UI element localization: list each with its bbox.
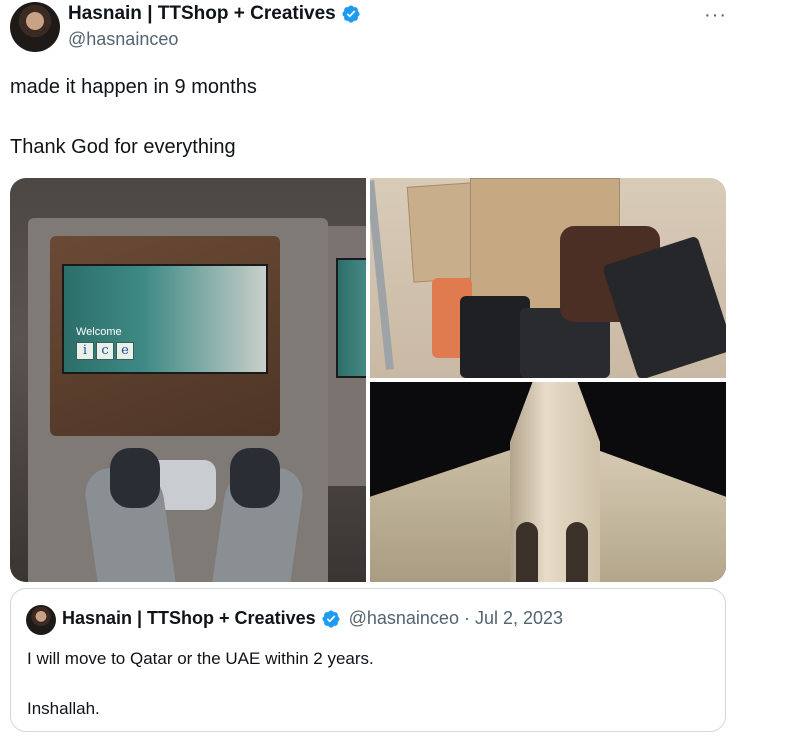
tweet-text-line: made it happen in 9 months — [10, 76, 257, 98]
quoted-text-line: I will move to Qatar or the UAE within 2… — [27, 649, 374, 668]
ice-logo: i c e — [76, 342, 134, 360]
quoted-text: I will move to Qatar or the UAE within 2… — [27, 646, 374, 722]
author-handle[interactable]: @hasnainceo — [68, 29, 361, 50]
media-grid: Welcome i c e — [10, 178, 726, 582]
quoted-date[interactable]: Jul 2, 2023 — [475, 608, 563, 629]
photo-mosque-minaret[interactable] — [370, 382, 726, 582]
legs — [70, 448, 330, 582]
quoted-author-avatar[interactable] — [26, 605, 56, 635]
quoted-tweet[interactable]: Hasnain | TTShop + Creatives @hasnainceo… — [10, 588, 726, 732]
screen-welcome-text: Welcome — [76, 326, 122, 338]
quoted-display-name[interactable]: Hasnain | TTShop + Creatives — [62, 608, 316, 629]
author-name-row: Hasnain | TTShop + Creatives — [68, 3, 361, 25]
quoted-separator: · — [463, 608, 470, 628]
more-options-icon[interactable]: ··· — [704, 4, 727, 27]
tweet-text-line: Thank God for everything — [10, 136, 236, 158]
quoted-text-line: Inshallah. — [27, 699, 100, 718]
photo-airplane-seat[interactable]: Welcome i c e — [10, 178, 366, 582]
author-info: Hasnain | TTShop + Creatives @hasnainceo — [68, 3, 361, 50]
tweet-text: made it happen in 9 months Thank God for… — [10, 72, 257, 162]
author-display-name[interactable]: Hasnain | TTShop + Creatives — [68, 3, 336, 25]
quoted-handle[interactable]: @hasnainceo — [349, 608, 459, 629]
quoted-header: Hasnain | TTShop + Creatives @hasnainceo… — [62, 608, 563, 629]
entertainment-screen: Welcome i c e — [62, 264, 268, 374]
author-avatar[interactable] — [10, 2, 60, 52]
verified-badge-icon — [342, 5, 360, 23]
ice-letter: i — [76, 342, 94, 360]
verified-badge-icon — [322, 609, 340, 628]
ice-letter: c — [96, 342, 114, 360]
ice-letter: e — [116, 342, 134, 360]
photo-luggage-cart[interactable] — [370, 178, 726, 378]
